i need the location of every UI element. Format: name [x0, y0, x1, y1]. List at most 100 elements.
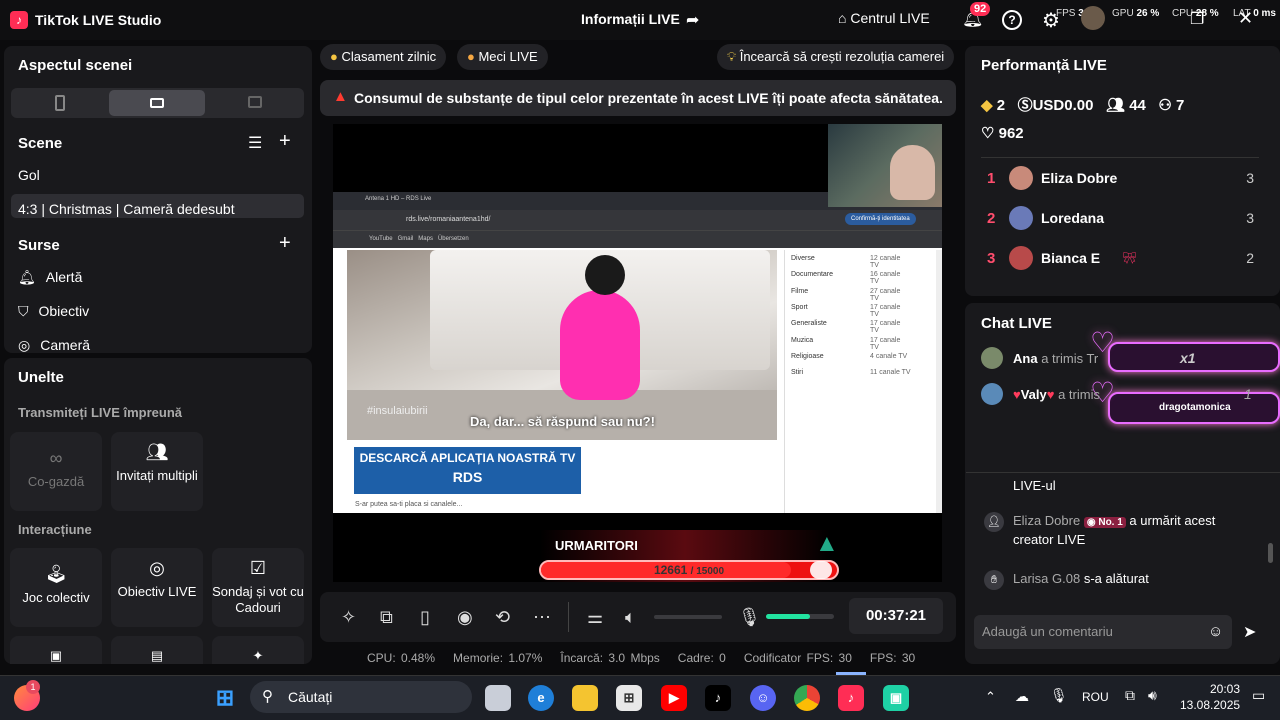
channel-count: 12 canale TV [870, 255, 901, 269]
tool-tile[interactable]: ✦ [212, 636, 304, 664]
heart-icon: ♡ [981, 125, 995, 142]
clock-date: 13.08.2025 [1180, 698, 1241, 712]
tile-label: Obiectiv LIVE [117, 584, 197, 599]
microphone-icon[interactable]: 🎙︎ [738, 607, 761, 628]
source-item-alert[interactable]: 🔔︎ Alertă [18, 269, 82, 286]
folder-icon[interactable] [572, 685, 598, 711]
shield-icon: ⛉ [18, 303, 29, 319]
volume-slider[interactable] [654, 615, 722, 619]
language-indicator[interactable]: ROU [1082, 690, 1109, 704]
cohost-button[interactable]: ∞ Co-gazdă [10, 432, 102, 511]
channel-count: 27 canale TV [870, 287, 901, 302]
bookmark: Gmail [397, 236, 414, 242]
app-title: TikTok LIVE Studio [35, 12, 162, 28]
live-goal-button[interactable]: ◎ Obiectiv LIVE [111, 548, 203, 627]
edge-icon[interactable]: e [528, 685, 554, 711]
channel-item: Stiri 11 canale TV [791, 369, 911, 376]
more-icon[interactable]: ⋯ [533, 607, 551, 628]
avatar [981, 383, 1003, 405]
chrome-icon[interactable] [794, 685, 820, 711]
avatar [1009, 246, 1033, 270]
youtube-icon[interactable]: ▶ [661, 685, 687, 711]
store-icon[interactable]: ⊞ [616, 685, 642, 711]
joystick-icon: 🕹︎ [44, 564, 68, 584]
scene-item[interactable]: Gol [18, 167, 40, 183]
browser-confirm-button: Confirmă-ți identitatea [845, 213, 916, 225]
chat-title: Chat LIVE [981, 315, 1052, 332]
ranking-row[interactable]: 2 Loredana 3 [985, 204, 1260, 234]
video-watermark: #insulaiubirii [367, 405, 428, 417]
viewers-icon: 👥︎ [1105, 97, 1126, 114]
record-icon[interactable]: ◉ [457, 607, 473, 628]
send-icon[interactable]: ➤ [1243, 622, 1256, 642]
discord-icon[interactable]: ☺ [750, 685, 776, 711]
active-app-indicator [836, 672, 866, 675]
volume-icon[interactable]: 🔊︎ [1148, 687, 1157, 704]
dual-layout-icon[interactable] [248, 96, 262, 108]
invite-multi-button[interactable]: 👥︎ Invitați multipli [111, 432, 203, 511]
chevron-up-icon[interactable]: ⌃ [985, 689, 996, 705]
speaker-icon[interactable]: 🔈︎ [625, 607, 636, 628]
replay-icon[interactable]: ⟲ [495, 607, 510, 628]
tool-tile[interactable]: ▤ [111, 636, 203, 664]
streaming-app-icon[interactable]: ▣ [883, 685, 909, 711]
portrait-layout-icon[interactable] [55, 95, 65, 111]
notification-center-icon[interactable]: ▭ [1252, 687, 1265, 704]
magic-wand-icon[interactable]: ✧ [341, 607, 356, 628]
daily-ranking-pill[interactable]: ● Clasament zilnic [320, 44, 447, 70]
ranking-row[interactable]: 1 Eliza Dobre 3 [985, 164, 1260, 194]
clock[interactable]: 20:03 13.08.2025 [1180, 681, 1240, 713]
cloud-off-icon[interactable]: ☁ [1015, 688, 1029, 705]
tiktok-icon[interactable]: ♪ [705, 685, 731, 711]
camera-tip-pill[interactable]: 💡︎ Încearcă să crești rezoluția camerei [717, 44, 955, 70]
source-item-camera[interactable]: ◎ Cameră [18, 337, 90, 354]
viewer-count: 44 [1129, 97, 1146, 114]
emoji-icon[interactable]: ☺ [1208, 623, 1223, 640]
chat-username[interactable]: Larisa G.08 [1013, 571, 1080, 586]
poll-button[interactable]: ☑ Sondaj și vot cu Cadouri [212, 548, 304, 627]
channel-count: 11 canale TV [870, 369, 911, 377]
close-icon[interactable]: ✕ [1238, 8, 1253, 29]
windows-start-icon[interactable]: ⊞ [212, 685, 238, 711]
channel-name: Filme [791, 287, 809, 295]
channel-count: 17 canale TV [870, 336, 901, 351]
channel-name: Diverse [791, 255, 815, 262]
tile-label: Sondaj și vot cu Cadouri [212, 584, 304, 615]
phone-icon[interactable]: ▯ [420, 607, 430, 628]
share-icon[interactable]: ➦ [686, 10, 699, 30]
taskbar-search[interactable]: Căutați [250, 681, 472, 713]
rank-name: Eliza Dobre [1041, 170, 1118, 186]
scenes-title: Scene [18, 135, 63, 152]
list-icon[interactable]: ☰ [248, 133, 262, 153]
tiktok-logo-icon: ♪ [10, 11, 28, 29]
adjust-icon[interactable]: ⚌ [587, 607, 603, 628]
rank-number: 2 [987, 210, 996, 227]
tiktok-live-studio-icon[interactable]: ♪ [838, 685, 864, 711]
avatar[interactable] [1081, 6, 1105, 30]
microphone-icon[interactable]: 🎙︎ [1050, 687, 1068, 704]
live-match-pill[interactable]: ● Meci LIVE [457, 44, 548, 70]
comment-input[interactable]: Adaugă un comentariu [974, 615, 1232, 649]
avatar [1009, 206, 1033, 230]
screen-share-icon[interactable]: ⧉ [380, 607, 393, 628]
help-icon[interactable]: ? [1002, 10, 1022, 30]
task-view-icon[interactable] [485, 685, 511, 711]
restore-window-icon[interactable]: ❐ [1190, 9, 1204, 29]
live-center-button[interactable]: ⌂ Centrul LIVE [838, 10, 930, 26]
group-game-button[interactable]: 🕹︎ Joc colectiv [10, 548, 102, 627]
source-item-goal[interactable]: ⛉ Obiectiv [18, 303, 89, 320]
channel-name: Documentare [791, 271, 834, 279]
channel-name: Sport [791, 303, 808, 311]
rank-score: 3 [1246, 170, 1254, 186]
network-icon[interactable]: ⧉ [1125, 687, 1135, 704]
tool-tile[interactable]: ▣ [10, 636, 102, 664]
rank-score: 2 [1246, 250, 1254, 266]
chat-scrollbar[interactable] [1268, 543, 1273, 563]
gift-overlay-username: dragotamonica [1159, 402, 1231, 413]
add-source-icon[interactable]: + [279, 232, 291, 255]
tile-label: Joc colectiv [22, 590, 90, 605]
add-scene-icon[interactable]: + [279, 130, 291, 153]
dropped-frames: Cadre: 0 [677, 651, 726, 665]
chat-username[interactable]: Eliza Dobre [1013, 513, 1080, 528]
live-info-title[interactable]: Informații LIVE [581, 11, 680, 27]
